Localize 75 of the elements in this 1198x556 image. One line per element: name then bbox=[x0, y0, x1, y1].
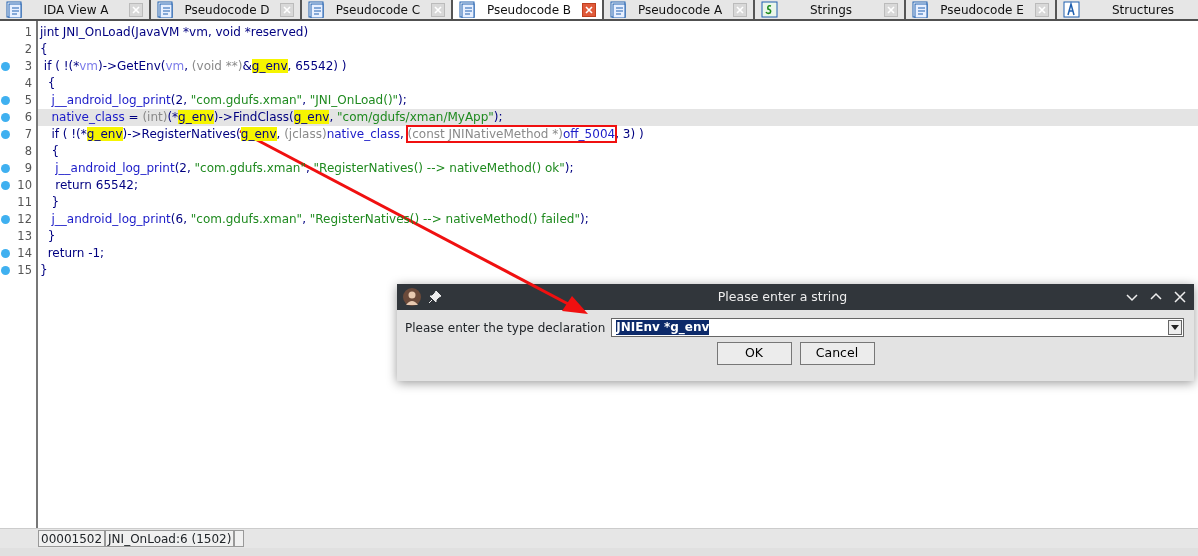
tab-label: Pseudocode E bbox=[939, 1, 1025, 19]
close-icon bbox=[433, 4, 443, 15]
code-line[interactable]: if ( !(*vm)->GetEnv(vm, (void **)&g_env, 65542) ) bbox=[38, 58, 1198, 75]
line-number: 6 bbox=[24, 110, 32, 124]
breakpoint-dot[interactable] bbox=[1, 62, 10, 71]
tab-label: Pseudocode A bbox=[636, 1, 724, 19]
line-number: 11 bbox=[17, 195, 32, 209]
document-icon bbox=[308, 1, 325, 18]
breakpoint-dot[interactable] bbox=[1, 215, 10, 224]
letter-a-icon bbox=[1063, 1, 1080, 18]
status-field: 00001502 bbox=[38, 530, 106, 547]
code-line[interactable]: { bbox=[38, 41, 1198, 58]
field-label: Please enter the type declaration bbox=[405, 319, 606, 337]
code-line[interactable]: } bbox=[38, 262, 1198, 279]
code-line[interactable]: return 65542; bbox=[38, 177, 1198, 194]
line-number: 10 bbox=[17, 178, 32, 192]
line-number: 9 bbox=[24, 161, 32, 175]
code-line[interactable]: j__android_log_print(2, "com.gdufs.xman", "RegisterNatives() --> nativeMethod() ok"); bbox=[38, 160, 1198, 177]
type-combobox[interactable]: JNIEnv *g_env bbox=[611, 318, 1184, 337]
line-number: 2 bbox=[24, 42, 32, 56]
breakpoint-dot[interactable] bbox=[1, 181, 10, 190]
tab-label: Structures bbox=[1110, 1, 1176, 19]
close-icon bbox=[131, 4, 141, 15]
tab-label: Pseudocode C bbox=[334, 1, 422, 19]
line-number: 8 bbox=[24, 144, 32, 158]
line-number: 1 bbox=[24, 25, 32, 39]
line-number: 5 bbox=[24, 93, 32, 107]
breakpoint-dot[interactable] bbox=[1, 249, 10, 258]
document-icon bbox=[610, 1, 627, 18]
breakpoint-dot[interactable] bbox=[1, 266, 10, 275]
line-number: 7 bbox=[24, 127, 32, 141]
close-icon bbox=[886, 4, 896, 15]
line-number: 3 bbox=[24, 59, 32, 73]
line-number: 15 bbox=[17, 263, 32, 277]
code-line[interactable]: jint JNI_OnLoad(JavaVM *vm, void *reserved) bbox=[38, 24, 1198, 41]
breakpoint-dot[interactable] bbox=[1, 113, 10, 122]
code-line[interactable]: { bbox=[38, 75, 1198, 92]
status-field: JNI_OnLoad:6 (1502) bbox=[105, 530, 235, 547]
breakpoint-dot[interactable] bbox=[1, 164, 10, 173]
caret-icon bbox=[1171, 324, 1179, 331]
avatar-icon bbox=[403, 288, 421, 306]
line-number: 13 bbox=[17, 229, 32, 243]
ok-button[interactable]: OK bbox=[716, 342, 792, 365]
tab-close-button[interactable] bbox=[582, 2, 596, 17]
breakpoint-dot[interactable] bbox=[1, 130, 10, 139]
dropdown-button[interactable] bbox=[1168, 320, 1182, 335]
cancel-button[interactable]: Cancel bbox=[799, 342, 875, 365]
dialog-title: Please enter a string bbox=[716, 287, 849, 306]
code-line[interactable]: { bbox=[38, 143, 1198, 160]
pin-icon[interactable] bbox=[429, 291, 441, 303]
code-line[interactable]: return -1; bbox=[38, 245, 1198, 262]
tab-label: Strings bbox=[808, 1, 854, 19]
document-icon bbox=[157, 1, 174, 18]
breakpoint-dot[interactable] bbox=[1, 96, 10, 105]
close-icon bbox=[584, 4, 594, 15]
close-icon bbox=[1172, 289, 1188, 305]
close-icon bbox=[282, 4, 292, 15]
code-line[interactable]: } bbox=[38, 194, 1198, 211]
line-number: 12 bbox=[17, 212, 32, 226]
code-line[interactable]: j__android_log_print(2, "com.gdufs.xman", "JNI_OnLoad()"); bbox=[38, 92, 1198, 109]
tab[interactable]: Pseudocode B bbox=[453, 0, 604, 19]
code-line[interactable]: } bbox=[38, 228, 1198, 245]
close-icon bbox=[735, 4, 745, 15]
selected-text[interactable]: JNIEnv *g_env bbox=[616, 320, 710, 335]
tab-label: IDA View A bbox=[42, 1, 110, 19]
strings-icon bbox=[761, 1, 778, 18]
tab-label: Pseudocode D bbox=[183, 1, 271, 19]
tab-label: Pseudocode B bbox=[485, 1, 573, 19]
document-icon bbox=[6, 1, 23, 18]
line-number: 14 bbox=[17, 246, 32, 260]
close-button[interactable] bbox=[1172, 289, 1188, 305]
line-number: 4 bbox=[24, 76, 32, 90]
document-icon bbox=[459, 1, 476, 18]
document-icon bbox=[912, 1, 929, 18]
close-icon bbox=[1037, 4, 1047, 15]
